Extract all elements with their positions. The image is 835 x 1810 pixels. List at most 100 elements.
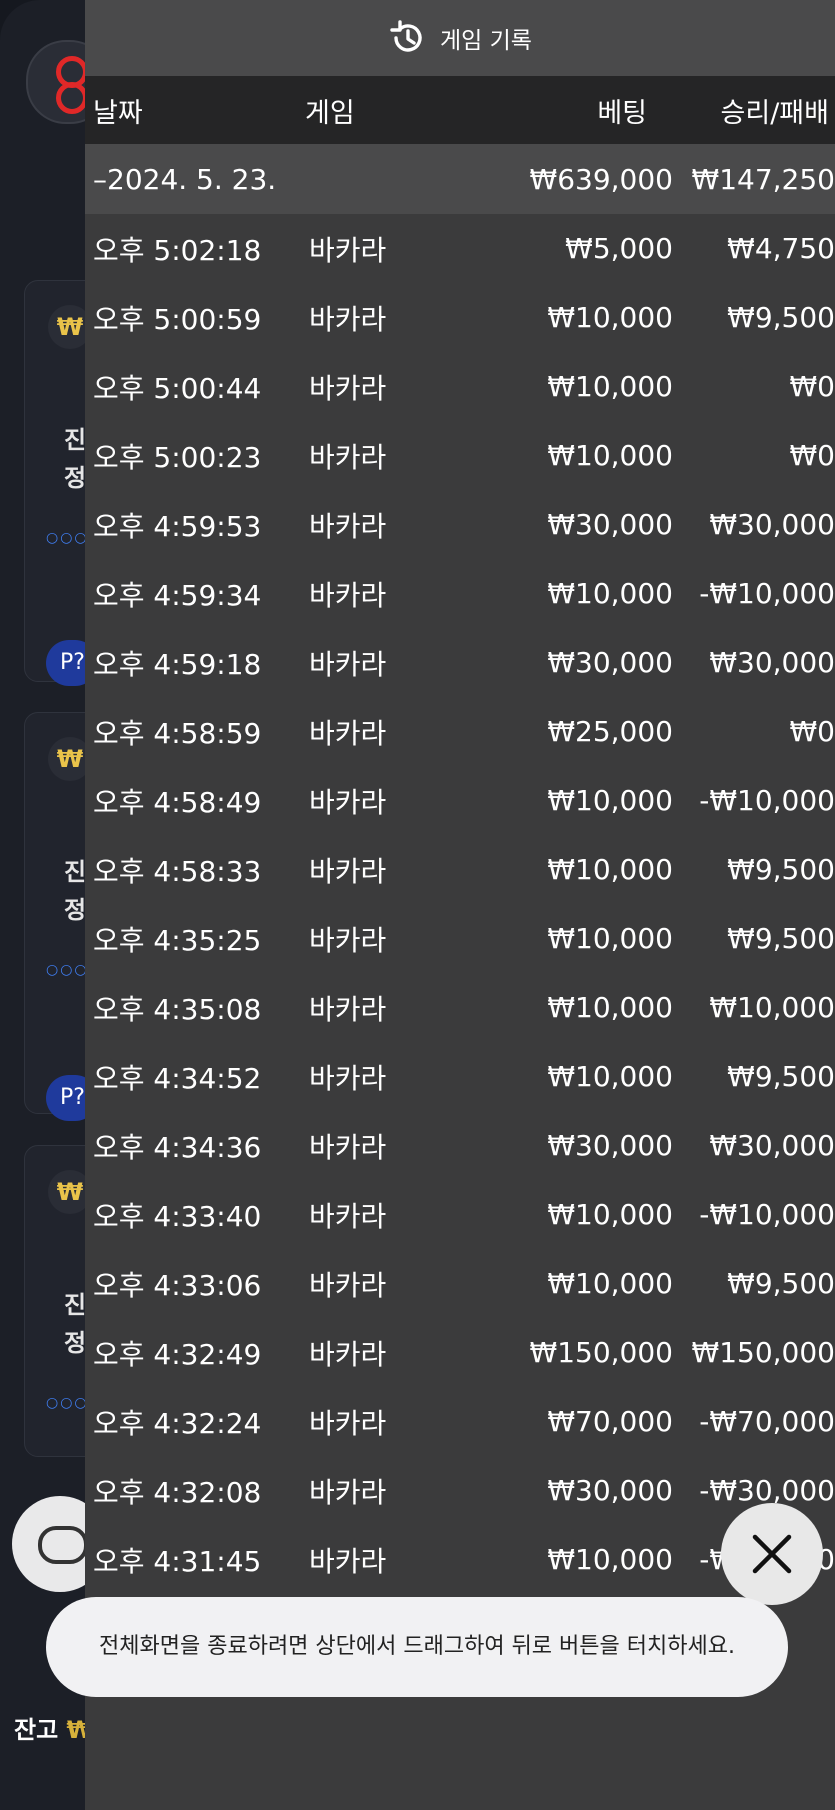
roadmap-dots: ○○○ [46,1395,89,1411]
history-row[interactable]: 오후 4:59:53 바카라 ₩30,000 ₩30,000 [85,490,835,559]
row-bet: ₩30,000 [547,646,673,679]
row-game: 바카라 [309,1061,387,1095]
column-header-date: 날짜 [93,97,143,129]
row-game: 바카라 [309,302,387,336]
history-row[interactable]: 오후 4:32:24 바카라 ₩70,000 -₩70,000 [85,1387,835,1456]
row-bet: ₩70,000 [547,1405,673,1438]
row-time: 오후 4:59:18 [93,647,262,681]
history-icon [388,19,426,57]
row-game: 바카라 [309,233,387,267]
table-card-text: 정 [64,464,87,492]
row-time: 오후 4:35:25 [93,923,262,957]
history-row[interactable]: 오후 5:00:44 바카라 ₩10,000 ₩0 [85,352,835,421]
history-row[interactable]: 오후 4:32:08 바카라 ₩30,000 -₩30,000 [85,1456,835,1525]
row-time: 오후 4:58:59 [93,716,262,750]
row-time: 오후 4:32:08 [93,1475,262,1509]
history-row[interactable]: 오후 4:35:25 바카라 ₩10,000 ₩9,500 [85,904,835,973]
row-win-loss: -₩10,000 [699,1198,835,1231]
row-bet: ₩30,000 [547,1474,673,1507]
row-game: 바카라 [309,992,387,1026]
history-row[interactable]: 오후 4:32:49 바카라 ₩150,000 ₩150,000 [85,1318,835,1387]
row-time: 오후 4:59:53 [93,509,262,543]
row-win-loss: -₩10,000 [699,577,835,610]
row-time: 오후 4:31:45 [93,1544,262,1578]
row-win-loss: ₩30,000 [709,1129,835,1162]
history-row[interactable]: 오후 4:58:49 바카라 ₩10,000 -₩10,000 [85,766,835,835]
summary-bet: ₩639,000 [529,162,673,196]
history-row[interactable]: 오후 4:58:33 바카라 ₩10,000 ₩9,500 [85,835,835,904]
panel-header: 게임 기록 [85,0,835,76]
close-button[interactable] [721,1503,823,1605]
column-header-bet: 베팅 [597,97,647,129]
row-time: 오후 4:35:08 [93,992,262,1026]
row-time: 오후 5:02:18 [93,233,262,267]
row-game: 바카라 [309,923,387,957]
row-bet: ₩10,000 [547,1543,673,1576]
row-win-loss: ₩9,500 [727,1267,835,1300]
row-time: 오후 4:32:49 [93,1337,262,1371]
table-card-text: 진 [64,858,87,886]
row-game: 바카라 [309,854,387,888]
row-win-loss: -₩70,000 [699,1405,835,1438]
row-bet: ₩10,000 [547,439,673,472]
row-game: 바카라 [309,578,387,612]
roadmap-dots: ○○○ [46,530,89,546]
row-bet: ₩10,000 [547,577,673,610]
row-bet: ₩150,000 [529,1336,673,1369]
fullscreen-toast: 전체화면을 종료하려면 상단에서 드래그하여 뒤로 버튼을 터치하세요. [46,1597,788,1697]
summary-win-loss: ₩147,250 [691,162,835,196]
history-row[interactable]: 오후 4:33:40 바카라 ₩10,000 -₩10,000 [85,1180,835,1249]
row-win-loss: ₩30,000 [709,508,835,541]
row-time: 오후 4:34:52 [93,1061,262,1095]
column-header-game: 게임 [305,97,355,129]
row-game: 바카라 [309,440,387,474]
history-row[interactable]: 오후 4:34:36 바카라 ₩30,000 ₩30,000 [85,1111,835,1180]
row-bet: ₩10,000 [547,922,673,955]
history-row[interactable]: 오후 5:00:59 바카라 ₩10,000 ₩9,500 [85,283,835,352]
row-bet: ₩5,000 [565,232,673,265]
row-bet: ₩10,000 [547,991,673,1024]
table-card-text: 정 [64,896,87,924]
row-time: 오후 4:33:40 [93,1199,262,1233]
row-bet: ₩25,000 [547,715,673,748]
row-time: 오후 4:58:49 [93,785,262,819]
panel-title: 게임 기록 [440,28,532,54]
table-card-text: 정 [64,1329,87,1357]
row-bet: ₩10,000 [547,370,673,403]
balance-label: 잔고 [14,1716,59,1744]
row-win-loss: ₩150,000 [691,1336,835,1369]
table-card-text: 진 [64,426,87,454]
history-row[interactable]: 오후 4:59:18 바카라 ₩30,000 ₩30,000 [85,628,835,697]
row-bet: ₩10,000 [547,301,673,334]
row-game: 바카라 [309,509,387,543]
row-game: 바카라 [309,785,387,819]
toast-message: 전체화면을 종료하려면 상단에서 드래그하여 뒤로 버튼을 터치하세요. [99,1634,735,1659]
history-list: 오후 5:02:18 바카라 ₩5,000 ₩4,750 오후 5:00:59 바카라 ₩… [85,214,835,1594]
row-win-loss: ₩9,500 [727,1060,835,1093]
logo-ring-icon [56,82,88,114]
row-time: 오후 4:58:33 [93,854,262,888]
row-win-loss: ₩0 [789,370,835,403]
row-game: 바카라 [309,716,387,750]
row-bet: ₩30,000 [547,508,673,541]
row-game: 바카라 [309,647,387,681]
history-row[interactable]: 오후 4:59:34 바카라 ₩10,000 -₩10,000 [85,559,835,628]
table-card-text: 진 [64,1291,87,1319]
row-win-loss: ₩9,500 [727,301,835,334]
history-row[interactable]: 오후 4:35:08 바카라 ₩10,000 ₩10,000 [85,973,835,1042]
history-row[interactable]: 오후 5:00:23 바카라 ₩10,000 ₩0 [85,421,835,490]
row-bet: ₩10,000 [547,1267,673,1300]
row-time: 오후 5:00:59 [93,302,262,336]
history-row[interactable]: 오후 4:58:59 바카라 ₩25,000 ₩0 [85,697,835,766]
history-row[interactable]: 오후 5:02:18 바카라 ₩5,000 ₩4,750 [85,214,835,283]
history-row[interactable]: 오후 4:33:06 바카라 ₩10,000 ₩9,500 [85,1249,835,1318]
roadmap-dots: ○○○ [46,962,89,978]
chat-icon [38,1526,88,1564]
date-summary-row[interactable]: –2024. 5. 23. ₩639,000 ₩147,250 [85,144,835,214]
row-game: 바카라 [309,1268,387,1302]
history-row[interactable]: 오후 4:34:52 바카라 ₩10,000 ₩9,500 [85,1042,835,1111]
row-bet: ₩30,000 [547,1129,673,1162]
row-time: 오후 4:33:06 [93,1268,262,1302]
row-win-loss: ₩9,500 [727,853,835,886]
row-win-loss: ₩4,750 [727,232,835,265]
